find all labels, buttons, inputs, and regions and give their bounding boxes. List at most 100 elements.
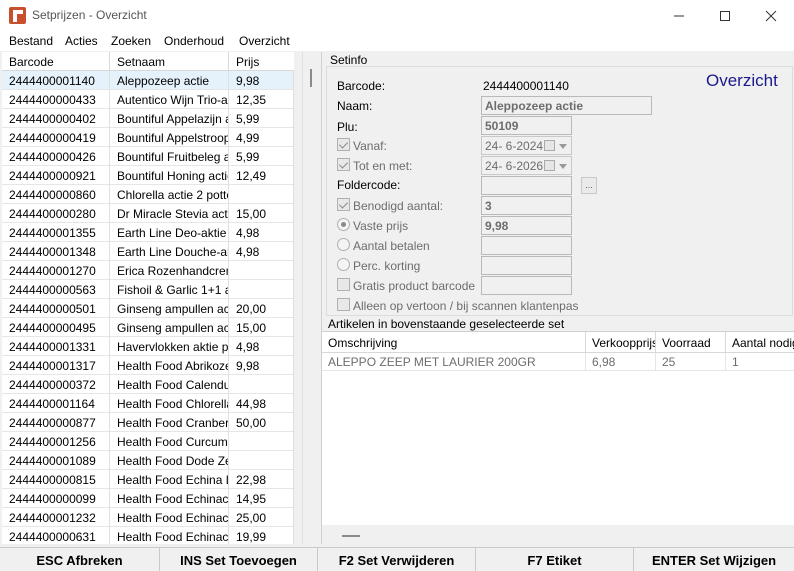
enter-set-wijzigen-button[interactable]: ENTER Set Wijzigen [634, 548, 794, 571]
ins-set-toevoegen-button[interactable]: INS Set Toevoegen [160, 548, 318, 571]
row-prijs: 9,98 [229, 356, 294, 375]
close-icon[interactable] [748, 0, 794, 31]
row-barcode: 2444400000280 [2, 204, 110, 223]
row-prijs: 20,00 [229, 299, 294, 318]
benodigd-field[interactable]: 3 [481, 196, 572, 215]
column-header-barcode[interactable]: Barcode [2, 52, 110, 71]
set-list-row[interactable]: 2444400001232Health Food Echinacea25,00 [2, 508, 294, 527]
panel-splitter[interactable] [294, 52, 302, 544]
menu-bestand[interactable]: Bestand [9, 34, 53, 48]
row-prijs: 15,00 [229, 318, 294, 337]
set-list-row[interactable]: 2444400000860 Chlorella actie 2 potten [2, 185, 294, 204]
vanaf-date-picker[interactable]: 24- 6-2024 [481, 136, 572, 155]
aantal-betalen-field[interactable] [481, 236, 572, 255]
set-list-row[interactable]: 2444400000280 Dr Miracle Stevia actie 15,0… [2, 204, 294, 223]
row-setnaam: Health Food Echinacea [110, 489, 229, 508]
set-list-row[interactable]: 2444400001270Erica Rozenhandcreme [2, 261, 294, 280]
scrollbar-thumb[interactable] [342, 535, 360, 537]
set-list-row[interactable]: 2444400000495Ginseng ampullen actie15,00 [2, 318, 294, 337]
chevron-down-icon[interactable] [559, 144, 567, 149]
alleen-vertoon-checkbox[interactable] [337, 298, 350, 311]
aantal-betalen-radio[interactable] [337, 238, 350, 251]
gratis-product-checkbox[interactable] [337, 278, 350, 291]
calendar-icon[interactable] [544, 140, 555, 151]
foldercode-browse-button[interactable]: ... [581, 177, 597, 194]
row-prijs: 14,95 [229, 489, 294, 508]
column-header-voorraad[interactable]: Voorraad [656, 332, 726, 353]
foldercode-field[interactable] [481, 176, 572, 195]
perc-korting-radio[interactable] [337, 258, 350, 271]
set-list-row[interactable]: 2444400000921 Bountiful Honing actie 12,49 [2, 166, 294, 185]
set-list-row[interactable]: 2444400000099Health Food Echinacea14,95 [2, 489, 294, 508]
vanaf-label: Vanaf: [353, 139, 387, 153]
set-list-row[interactable]: 2444400001317 Health Food Abrikozen 9,98 [2, 356, 294, 375]
row-setnaam: Chlorella actie 2 potten [110, 185, 229, 204]
set-list-row[interactable]: 2444400000426Bountiful Fruitbeleg actie5… [2, 147, 294, 166]
vanaf-checkbox[interactable] [337, 138, 350, 151]
set-list-row[interactable]: 2444400001089 Health Food Dode Zee [2, 451, 294, 470]
article-needed: 1 [732, 355, 739, 369]
column-header-omschrijving[interactable]: Omschrijving [322, 332, 586, 353]
benodigd-checkbox[interactable] [337, 198, 350, 211]
perc-korting-field[interactable] [481, 256, 572, 275]
calendar-icon[interactable] [544, 160, 555, 171]
row-barcode: 2444400000495 [2, 318, 110, 337]
set-list-row[interactable]: 2444400000877Health Food Cranberrus50,00 [2, 413, 294, 432]
set-list-row[interactable]: 2444400000402Bountiful Appelazijn actie5… [2, 109, 294, 128]
menu-onderhoud[interactable]: Onderhoud [164, 34, 224, 48]
window-title: Setprijzen - Overzicht [32, 8, 147, 22]
set-list-row[interactable]: 2444400000501Ginseng ampullen actie20,00 [2, 299, 294, 318]
set-list-row[interactable]: 2444400000563Fishoil & Garlic 1+1 actie [2, 280, 294, 299]
row-barcode: 2444400001256 [2, 432, 110, 451]
row-setnaam: Health Food Chlorella S [110, 394, 229, 413]
set-list-grid[interactable]: Barcode Setnaam Prijs 2444400001140 Alepp… [2, 52, 294, 544]
totenmet-date-picker[interactable]: 24- 6-2026 [481, 156, 572, 175]
row-setnaam: Fishoil & Garlic 1+1 actie [110, 280, 229, 299]
column-header-aantal-nodig[interactable]: Aantal nodig [726, 332, 794, 353]
totenmet-label: Tot en met: [353, 159, 413, 173]
set-list-scrollbar[interactable] [302, 52, 318, 544]
row-prijs: 4,99 [229, 128, 294, 147]
column-header-setnaam[interactable]: Setnaam [110, 52, 229, 71]
menu-acties[interactable]: Acties [65, 34, 98, 48]
article-row[interactable]: ALEPPO ZEEP MET LAURIER 200GR 6,98 25 1 [322, 353, 794, 371]
articles-scrollbar[interactable] [322, 525, 794, 545]
gratis-product-field[interactable] [481, 276, 572, 295]
row-setnaam: Erica Rozenhandcreme [110, 261, 229, 280]
row-prijs: 5,99 [229, 147, 294, 166]
set-list-row[interactable]: 2444400000372 Health Food Calendula [2, 375, 294, 394]
set-list-row[interactable]: 2444400001140 Aleppozeep actie 9,98 [2, 71, 294, 90]
row-barcode: 2444400000372 [2, 375, 110, 394]
vaste-prijs-field[interactable]: 9,98 [481, 216, 572, 235]
row-barcode: 2444400001317 [2, 356, 110, 375]
set-list-row[interactable]: 2444400000419Bountiful Appelstroop actie… [2, 128, 294, 147]
esc-afbreken-button[interactable]: ESC Afbreken [0, 548, 160, 571]
f2-set-verwijderen-button[interactable]: F2 Set Verwijderen [318, 548, 476, 571]
set-list-row[interactable]: 2444400001331 Havervlokken aktie per 4,98 [2, 337, 294, 356]
column-header-verkoopprijs[interactable]: Verkoopprijs [586, 332, 656, 353]
minimize-icon[interactable] [656, 0, 702, 31]
scrollbar-thumb[interactable] [310, 69, 312, 87]
setinfo-panel: Setinfo Overzicht Barcode: 2444400001140… [321, 52, 794, 545]
menu-overzicht[interactable]: Overzicht [239, 34, 290, 48]
set-list-row[interactable]: 2444400000815 Health Food Echina Lu 22,98 [2, 470, 294, 489]
set-list-row[interactable]: 2444400001164Health Food Chlorella S44,9… [2, 394, 294, 413]
row-barcode: 2444400001270 [2, 261, 110, 280]
totenmet-checkbox[interactable] [337, 158, 350, 171]
plu-field[interactable]: 50109 [481, 116, 572, 135]
set-list-row[interactable]: 2444400000433Autentico Wijn Trio-actie12… [2, 90, 294, 109]
column-header-prijs[interactable]: Prijs [229, 52, 294, 71]
set-list-row[interactable]: 2444400000631Health Food Echinacea19,99 [2, 527, 294, 544]
row-setnaam: Ginseng ampullen actie [110, 318, 229, 337]
vaste-prijs-radio[interactable] [337, 218, 350, 231]
chevron-down-icon[interactable] [559, 164, 567, 169]
set-list-row[interactable]: 2444400001348Earth Line Douche-aktie4,98 [2, 242, 294, 261]
maximize-icon[interactable] [702, 0, 748, 31]
set-list-row[interactable]: 2444400001355 Earth Line Deo-aktie 4,98 [2, 223, 294, 242]
f7-etiket-button[interactable]: F7 Etiket [476, 548, 634, 571]
menu-zoeken[interactable]: Zoeken [111, 34, 151, 48]
articles-grid[interactable]: Omschrijving Verkoopprijs Voorraad Aanta… [322, 331, 794, 545]
naam-label: Naam: [337, 99, 373, 113]
set-list-row[interactable]: 2444400001256Health Food Curcuma H [2, 432, 294, 451]
naam-field[interactable]: Aleppozeep actie [481, 96, 652, 115]
